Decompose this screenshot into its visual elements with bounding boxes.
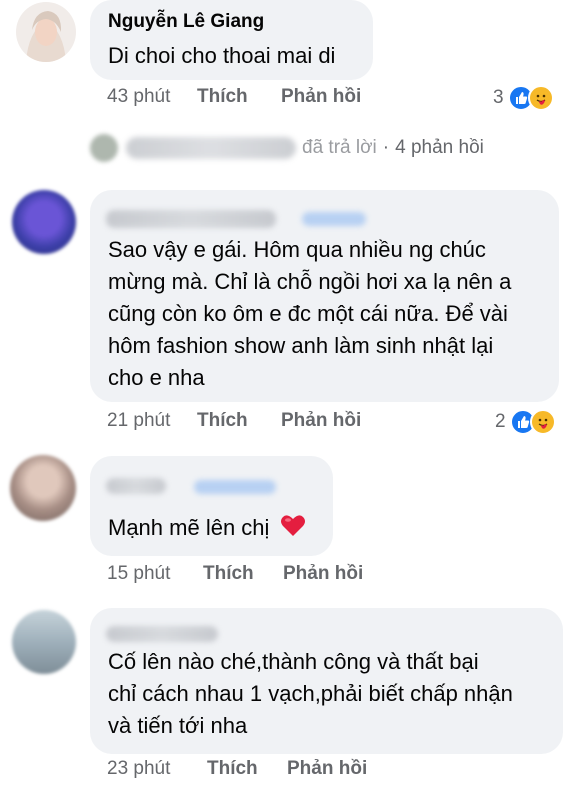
comment-actions: 21 phút Thích Phản hồi: [107, 410, 361, 432]
reply-button[interactable]: Phản hồi: [287, 758, 367, 780]
reply-button[interactable]: Phản hồi: [283, 563, 363, 585]
comment-author-blurred[interactable]: [106, 626, 218, 642]
comment-actions: 43 phút Thích Phản hồi: [107, 86, 361, 108]
avatar[interactable]: [12, 610, 76, 674]
comment-author[interactable]: Nguyễn Lê Giang: [108, 11, 264, 33]
like-button[interactable]: Thích: [207, 758, 287, 780]
comment-time[interactable]: 15 phút: [107, 563, 203, 585]
comment-author-blurred[interactable]: [106, 478, 166, 494]
reaction-count: 2: [495, 411, 506, 432]
reply-author-blurred: [126, 137, 296, 159]
comment-time[interactable]: 21 phút: [107, 410, 197, 432]
comment-time[interactable]: 23 phút: [107, 758, 207, 780]
avatar[interactable]: [16, 2, 76, 62]
reaction-summary[interactable]: 2: [495, 408, 556, 436]
comment-bubble: Nguyễn Lê Giang Di choi cho thoai mai di: [90, 0, 373, 80]
care-icon: [529, 409, 556, 435]
comment-actions: 23 phút Thích Phản hồi: [107, 758, 367, 780]
care-icon: [527, 85, 554, 111]
comment-bubble: Mạnh mẽ lên chị: [90, 456, 333, 556]
avatar-image: [16, 2, 76, 62]
replies-partial-text: đã trả lời: [302, 137, 377, 158]
reaction-summary[interactable]: 3: [493, 84, 554, 112]
comment-author-blurred[interactable]: [106, 210, 276, 228]
view-replies-link[interactable]: đã trả lời · 4 phản hồi: [90, 134, 484, 162]
comment-text: Cố lên nào ché,thành công và thất bại ch…: [108, 649, 513, 738]
comment-bubble: Cố lên nào ché,thành công và thất bại ch…: [90, 608, 563, 754]
reply-button[interactable]: Phản hồi: [281, 410, 361, 432]
comment-bubble: Sao vậy e gái. Hôm qua nhiều ng chúc mừn…: [90, 190, 559, 402]
reaction-count: 3: [493, 87, 504, 108]
comment-text: Mạnh mẽ lên chị: [108, 512, 306, 547]
reply-button[interactable]: Phản hồi: [281, 86, 361, 108]
replies-count: 4 phản hồi: [395, 137, 484, 158]
comment-text: Di choi cho thoai mai di: [108, 43, 336, 68]
avatar[interactable]: [12, 190, 76, 254]
replies-separator: ·: [382, 137, 390, 158]
heart-icon: [280, 514, 306, 547]
comment-text: Sao vậy e gái. Hôm qua nhiều ng chúc mừn…: [108, 237, 512, 390]
comment-actions: 15 phút Thích Phản hồi: [107, 563, 363, 585]
like-button[interactable]: Thích: [203, 563, 283, 585]
avatar[interactable]: [10, 455, 76, 521]
like-button[interactable]: Thích: [197, 410, 281, 432]
comment-time[interactable]: 43 phút: [107, 86, 197, 108]
reply-avatar: [90, 134, 118, 162]
author-badge-blurred: [194, 480, 276, 494]
author-badge-blurred: [302, 212, 366, 226]
like-button[interactable]: Thích: [197, 86, 281, 108]
